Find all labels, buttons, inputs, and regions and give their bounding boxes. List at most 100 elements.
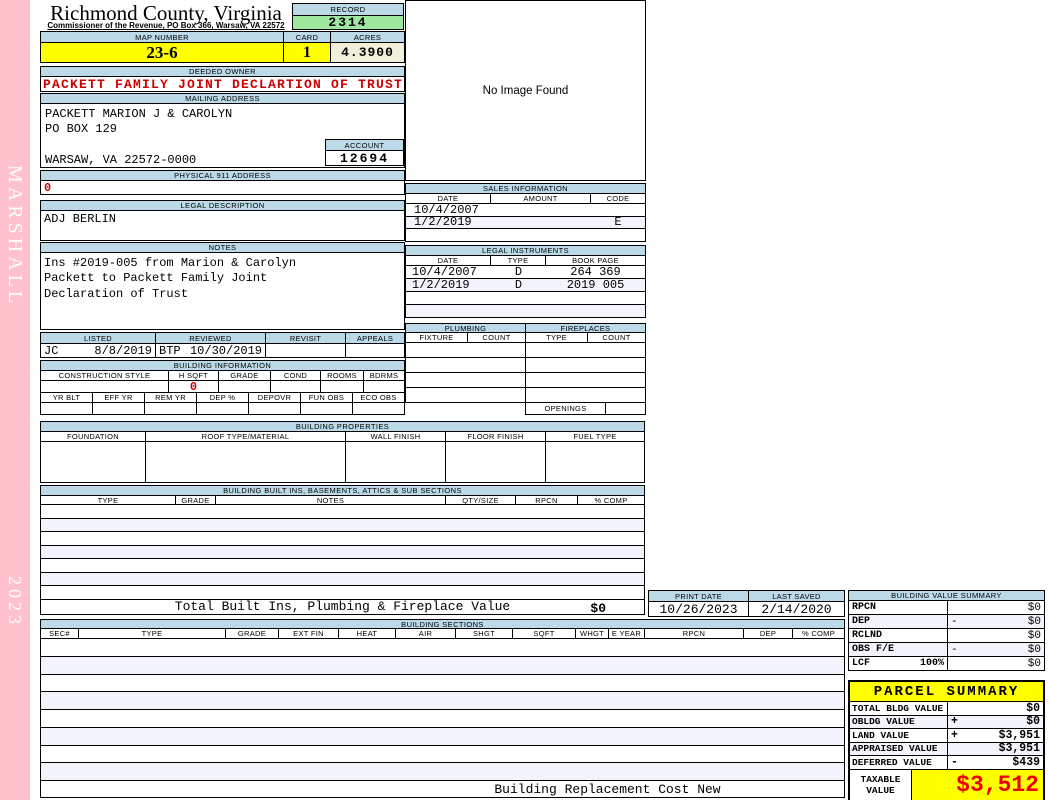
depovr-value[interactable] — [249, 403, 301, 414]
bvs-row-value: $0 — [948, 657, 1044, 670]
parcel-row-value: +$3,951 — [948, 729, 1043, 742]
notes-line-2: Packett to Packett Family Joint — [44, 271, 401, 287]
yrblt-label: YR BLT — [41, 393, 93, 402]
parcel-row-value: $0 — [948, 702, 1043, 715]
building-section-row[interactable] — [40, 762, 845, 781]
floor-finish-value[interactable] — [446, 442, 546, 482]
reviewed-value[interactable]: BTP 10/30/2019 — [156, 344, 266, 357]
plumbing-fireplace-row[interactable] — [405, 357, 646, 373]
openings-value[interactable] — [606, 403, 645, 414]
foundation-value[interactable] — [41, 442, 146, 482]
built-ins-row[interactable] — [40, 585, 645, 600]
instrument-row[interactable]: 1/2/2019 D 2019 005 — [405, 278, 646, 292]
sales-amount — [491, 204, 591, 216]
effyr-value[interactable] — [93, 403, 145, 414]
fuel-type-value[interactable] — [546, 442, 644, 482]
parcel-row-label: LAND VALUE — [850, 729, 948, 742]
instrument-row[interactable] — [405, 291, 646, 305]
built-ins-total-value: $0 — [590, 601, 606, 616]
map-number-value[interactable]: 23-6 — [41, 43, 284, 62]
reviewed-label: REVIEWED — [156, 333, 266, 343]
map-number-label: MAP NUMBER — [41, 32, 284, 42]
sales-row[interactable]: 1/2/2019 E — [405, 216, 646, 230]
building-section-row[interactable] — [40, 674, 845, 693]
plumbing-fireplace-row[interactable] — [405, 387, 646, 403]
sales-date-label: DATE — [406, 194, 491, 203]
sec-rpcn-label: RPCN — [645, 629, 744, 638]
notes-box[interactable]: Ins #2019-005 from Marion & Carolyn Pack… — [40, 252, 405, 330]
plumbing-label: PLUMBING — [406, 324, 526, 332]
reviewed-by: BTP — [159, 344, 181, 357]
last-saved-label: LAST SAVED — [749, 591, 844, 601]
building-section-row[interactable] — [40, 727, 845, 746]
property-record-card: MARSHALL 2023 Richmond County, Virginia … — [0, 0, 1050, 800]
acres-value[interactable]: 4.3900 — [331, 43, 404, 62]
building-section-row[interactable] — [40, 656, 845, 675]
built-ins-row[interactable] — [40, 545, 645, 560]
bi-rpcn-label: RPCN — [516, 496, 578, 504]
listed-value[interactable]: JC 8/8/2019 — [41, 344, 156, 357]
sales-amount-label: AMOUNT — [491, 194, 591, 203]
deeded-owner-value[interactable]: PACKETT FAMILY JOINT DECLARTION OF TRUST — [40, 76, 405, 92]
cond-value[interactable] — [271, 381, 321, 392]
grade-value[interactable] — [219, 381, 271, 392]
instrument-row[interactable]: 10/4/2007 D 264 369 — [405, 265, 646, 279]
sec-dep-label: DEP — [744, 629, 793, 638]
built-ins-row[interactable] — [40, 572, 645, 587]
instrument-date — [406, 292, 491, 304]
bdrms-label: BDRMS — [364, 371, 404, 380]
bi-type-label: TYPE — [41, 496, 176, 504]
cond-label: COND — [271, 371, 321, 380]
sales-row[interactable] — [405, 228, 646, 242]
yrblt-value[interactable] — [41, 403, 93, 414]
instrument-book: 264 369 — [546, 266, 645, 278]
bdrms-value[interactable] — [364, 381, 404, 392]
built-ins-total-label: Total Built Ins, Plumbing & Fireplace Va… — [41, 600, 644, 614]
property-photo-placeholder: No Image Found — [405, 0, 646, 181]
sec-type-label: TYPE — [79, 629, 226, 638]
building-section-row[interactable] — [40, 709, 845, 728]
sec-shgt-label: SHGT — [456, 629, 513, 638]
dep-pct-value[interactable] — [197, 403, 249, 414]
building-section-row[interactable] — [40, 745, 845, 764]
account-value[interactable]: 12694 — [325, 150, 404, 166]
remyr-value[interactable] — [145, 403, 197, 414]
sec-air-label: AIR — [396, 629, 456, 638]
instrument-date: 10/4/2007 — [406, 266, 491, 278]
built-ins-row[interactable] — [40, 518, 645, 533]
instrument-type: D — [491, 266, 546, 278]
revisit-value[interactable] — [266, 344, 346, 357]
plumbing-fireplace-row[interactable] — [405, 372, 646, 388]
record-value[interactable]: 2314 — [292, 15, 404, 30]
instrument-date — [406, 305, 491, 317]
wall-finish-value[interactable] — [346, 442, 446, 482]
plumbing-fireplace-row[interactable] — [405, 342, 646, 358]
built-ins-row[interactable] — [40, 531, 645, 546]
construction-style-value[interactable] — [41, 381, 169, 392]
revisit-label: REVISIT — [266, 333, 346, 343]
parcel-summary-label: PARCEL SUMMARY — [850, 682, 1043, 702]
sales-code: E — [591, 217, 645, 229]
sec-heat-label: HEAT — [339, 629, 396, 638]
sales-row[interactable]: 10/4/2007 — [405, 203, 646, 217]
parcel-row-value: $3,951 — [948, 743, 1043, 756]
rooms-value[interactable] — [321, 381, 364, 392]
appeals-value[interactable] — [346, 344, 404, 357]
mailing-line-2: PO BOX 129 — [45, 122, 400, 138]
taxable-value: $3,512 — [912, 770, 1043, 800]
building-section-row[interactable] — [40, 691, 845, 710]
legal-description-value[interactable]: ADJ BERLIN — [40, 210, 405, 241]
building-section-row[interactable] — [40, 638, 845, 657]
instrument-book — [546, 305, 645, 317]
card-value[interactable]: 1 — [284, 43, 331, 62]
physical-address-value[interactable]: 0 — [40, 180, 405, 195]
built-ins-row[interactable] — [40, 504, 645, 519]
funobs-value[interactable] — [301, 403, 353, 414]
sec-num-label: SEC# — [41, 629, 79, 638]
built-ins-row[interactable] — [40, 558, 645, 573]
ecoobs-value[interactable] — [353, 403, 404, 414]
instrument-row[interactable] — [405, 304, 646, 318]
roof-value[interactable] — [146, 442, 346, 482]
instrument-book-label: BOOK PAGE — [546, 256, 645, 265]
hsqft-value[interactable]: 0 — [169, 381, 219, 392]
